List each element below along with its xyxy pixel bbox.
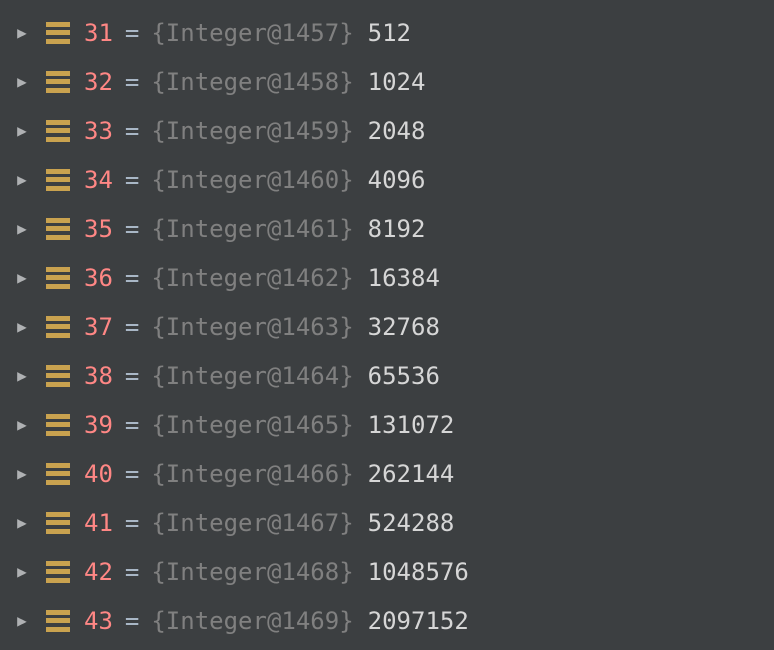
array-element-icon [46,512,70,534]
array-element-icon [46,169,70,191]
expand-arrow-icon[interactable]: ▶ [12,268,32,287]
variable-row[interactable]: ▶ 32 = {Integer@1458} 1024 [0,57,774,106]
variable-value: 131072 [368,411,455,439]
expand-arrow-icon[interactable]: ▶ [12,513,32,532]
variable-value: 65536 [368,362,440,390]
object-type-id: {Integer@1461} [151,215,353,243]
array-index: 38 [84,362,113,390]
array-element-icon [46,561,70,583]
array-element-icon [46,218,70,240]
object-type-id: {Integer@1462} [151,264,353,292]
array-index: 37 [84,313,113,341]
array-element-icon [46,316,70,338]
variable-value: 32768 [368,313,440,341]
expand-arrow-icon[interactable]: ▶ [12,415,32,434]
expand-arrow-icon[interactable]: ▶ [12,170,32,189]
equals-sign: = [125,362,139,390]
variable-row[interactable]: ▶ 39 = {Integer@1465} 131072 [0,400,774,449]
variable-row[interactable]: ▶ 41 = {Integer@1467} 524288 [0,498,774,547]
equals-sign: = [125,313,139,341]
variable-row[interactable]: ▶ 40 = {Integer@1466} 262144 [0,449,774,498]
equals-sign: = [125,166,139,194]
variable-value: 2097152 [368,607,469,635]
object-type-id: {Integer@1468} [151,558,353,586]
array-element-icon [46,610,70,632]
variable-row[interactable]: ▶ 43 = {Integer@1469} 2097152 [0,596,774,645]
object-type-id: {Integer@1460} [151,166,353,194]
object-type-id: {Integer@1467} [151,509,353,537]
array-index: 41 [84,509,113,537]
object-type-id: {Integer@1465} [151,411,353,439]
equals-sign: = [125,215,139,243]
object-type-id: {Integer@1466} [151,460,353,488]
array-index: 32 [84,68,113,96]
variable-row[interactable]: ▶ 38 = {Integer@1464} 65536 [0,351,774,400]
expand-arrow-icon[interactable]: ▶ [12,464,32,483]
variable-value: 524288 [368,509,455,537]
expand-arrow-icon[interactable]: ▶ [12,23,32,42]
variable-value: 2048 [368,117,426,145]
expand-arrow-icon[interactable]: ▶ [12,121,32,140]
equals-sign: = [125,460,139,488]
array-element-icon [46,414,70,436]
equals-sign: = [125,411,139,439]
equals-sign: = [125,19,139,47]
variable-row[interactable]: ▶ 33 = {Integer@1459} 2048 [0,106,774,155]
equals-sign: = [125,264,139,292]
array-index: 36 [84,264,113,292]
variable-value: 1024 [368,68,426,96]
variable-value: 16384 [368,264,440,292]
object-type-id: {Integer@1457} [151,19,353,47]
variable-row[interactable]: ▶ 31 = {Integer@1457} 512 [0,8,774,57]
expand-arrow-icon[interactable]: ▶ [12,366,32,385]
array-index: 34 [84,166,113,194]
array-index: 33 [84,117,113,145]
variable-value: 4096 [368,166,426,194]
expand-arrow-icon[interactable]: ▶ [12,72,32,91]
array-element-icon [46,120,70,142]
variable-row[interactable]: ▶ 42 = {Integer@1468} 1048576 [0,547,774,596]
array-index: 35 [84,215,113,243]
variable-value: 1048576 [368,558,469,586]
array-index: 39 [84,411,113,439]
array-element-icon [46,22,70,44]
expand-arrow-icon[interactable]: ▶ [12,219,32,238]
variable-value: 512 [368,19,411,47]
array-index: 43 [84,607,113,635]
object-type-id: {Integer@1469} [151,607,353,635]
variable-row[interactable]: ▶ 37 = {Integer@1463} 32768 [0,302,774,351]
object-type-id: {Integer@1458} [151,68,353,96]
array-element-icon [46,267,70,289]
equals-sign: = [125,68,139,96]
equals-sign: = [125,558,139,586]
object-type-id: {Integer@1459} [151,117,353,145]
array-index: 31 [84,19,113,47]
expand-arrow-icon[interactable]: ▶ [12,317,32,336]
array-index: 40 [84,460,113,488]
variable-row[interactable]: ▶ 34 = {Integer@1460} 4096 [0,155,774,204]
array-element-icon [46,463,70,485]
array-element-icon [46,365,70,387]
equals-sign: = [125,509,139,537]
object-type-id: {Integer@1463} [151,313,353,341]
debugger-variables-list: ▶ 31 = {Integer@1457} 512 ▶ 32 = {Integer@1458} 1… [0,8,774,645]
expand-arrow-icon[interactable]: ▶ [12,562,32,581]
equals-sign: = [125,607,139,635]
array-element-icon [46,71,70,93]
variable-value: 8192 [368,215,426,243]
variable-row[interactable]: ▶ 35 = {Integer@1461} 8192 [0,204,774,253]
array-index: 42 [84,558,113,586]
object-type-id: {Integer@1464} [151,362,353,390]
variable-value: 262144 [368,460,455,488]
variable-row[interactable]: ▶ 36 = {Integer@1462} 16384 [0,253,774,302]
expand-arrow-icon[interactable]: ▶ [12,611,32,630]
equals-sign: = [125,117,139,145]
